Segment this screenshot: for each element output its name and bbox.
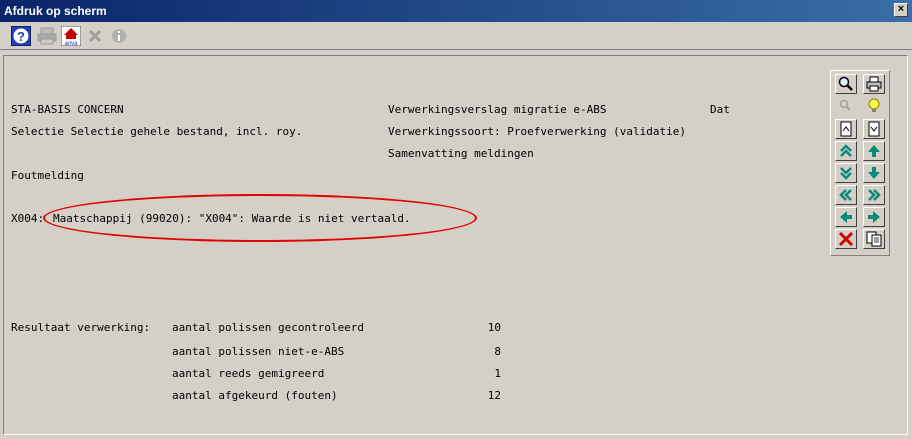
double-chevron-down-icon (840, 167, 852, 180)
cancel-icon (88, 29, 101, 42)
cancel-button[interactable] (84, 25, 105, 46)
page-down-icon (868, 121, 880, 137)
report-company: STA-BASIS CONCERN (11, 103, 124, 116)
magnifier-icon (838, 76, 853, 91)
last-page-button[interactable] (863, 119, 885, 139)
report-selection: Selectie Selectie gehele bestand, incl. … (11, 125, 303, 138)
anva-button[interactable]: anva (60, 25, 81, 46)
result-item-value: 8 (494, 345, 501, 358)
navigation-panel (830, 70, 890, 256)
info-icon (111, 28, 126, 43)
highlight-ellipse (43, 194, 477, 242)
result-item-value: 1 (494, 367, 501, 380)
scroll-bottom-button[interactable] (835, 163, 857, 183)
tips-button[interactable] (863, 96, 885, 116)
double-chevron-left-icon (839, 189, 852, 201)
print-button[interactable] (36, 25, 57, 46)
help-icon: ? (10, 25, 31, 46)
result-item-label: aantal reeds gemigreerd (172, 367, 325, 380)
lightbulb-icon (868, 98, 880, 112)
report-summary-title: Samenvatting meldingen (388, 147, 534, 160)
window-titlebar: Afdruk op scherm × (0, 0, 912, 22)
result-item-label: aantal polissen niet-e-ABS (172, 345, 345, 358)
find-next-button[interactable] (835, 96, 857, 116)
report-processing-type: Verwerkingssoort: Proefverwerking (valid… (388, 125, 687, 138)
help-button[interactable]: ? (10, 25, 31, 46)
report-title: Verwerkingsverslag migratie e-ABS (388, 103, 607, 116)
report-date-label: Dat (710, 103, 730, 116)
scroll-top-button[interactable] (835, 141, 857, 161)
close-report-button[interactable] (835, 229, 857, 249)
arrow-up-icon (868, 145, 880, 157)
double-chevron-up-icon (840, 144, 852, 157)
result-item-value: 10 (487, 321, 501, 334)
search-button[interactable] (835, 74, 857, 94)
arrow-left-icon (840, 211, 852, 223)
svg-text:anva: anva (64, 41, 78, 46)
anva-house-icon: anva (60, 25, 81, 46)
result-label: Resultaat verwerking: (11, 321, 151, 334)
scroll-down-button[interactable] (863, 163, 885, 183)
svg-text:?: ? (17, 29, 25, 44)
result-item-label: aantal afgekeurd (fouten) (172, 389, 338, 402)
page-up-icon (840, 121, 852, 137)
copy-icon (866, 231, 882, 247)
result-item-value: 12 (487, 389, 501, 402)
print-icon (37, 27, 56, 44)
scroll-up-button[interactable] (863, 141, 885, 161)
arrow-down-icon (868, 167, 880, 179)
printer-icon (866, 76, 882, 92)
result-item-label: aantal polissen gecontroleerd (172, 321, 365, 334)
first-page-button[interactable] (835, 119, 857, 139)
report-section-heading: Foutmelding (11, 169, 84, 182)
find-next-icon (839, 99, 851, 111)
scroll-left-button[interactable] (835, 207, 857, 227)
scroll-far-left-button[interactable] (835, 185, 857, 205)
toolbar: ? anva (0, 22, 912, 50)
close-button[interactable]: × (894, 3, 908, 17)
copy-button[interactable] (863, 229, 885, 249)
close-x-icon (838, 231, 854, 247)
scroll-far-right-button[interactable] (863, 185, 885, 205)
error-code: X004: (11, 212, 45, 225)
scroll-right-button[interactable] (863, 207, 885, 227)
print-report-button[interactable] (863, 74, 885, 94)
double-chevron-right-icon (868, 189, 881, 201)
arrow-right-icon (868, 211, 880, 223)
window-title: Afdruk op scherm (4, 4, 107, 18)
info-button[interactable] (108, 25, 129, 46)
